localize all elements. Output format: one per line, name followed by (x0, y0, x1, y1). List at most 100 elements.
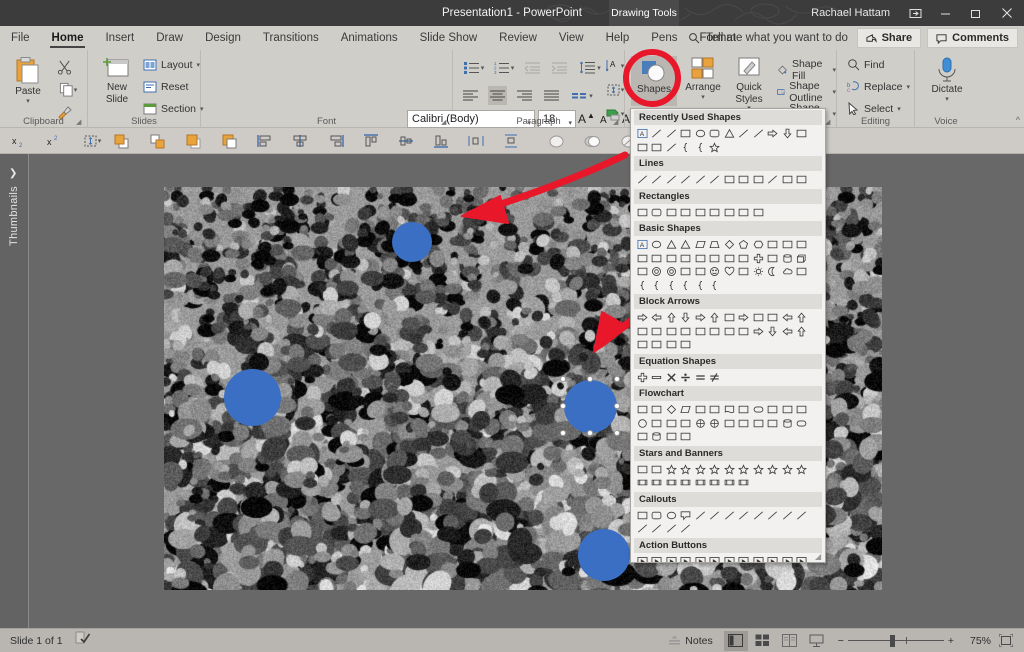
align-text-row-caret-icon[interactable]: ▾ (98, 137, 102, 145)
shape-line-callout-border-2[interactable] (751, 509, 766, 523)
handle-sw[interactable] (560, 430, 566, 436)
shape-right-arrow[interactable] (635, 311, 650, 325)
shape-teardrop[interactable] (679, 252, 694, 266)
shape-action-home[interactable] (693, 555, 708, 562)
shape-line-double-arrow[interactable] (664, 173, 679, 187)
shape-rounded-callout[interactable] (650, 509, 665, 523)
shape-star-4[interactable] (664, 463, 679, 477)
select-caret-icon[interactable]: ▾ (897, 105, 901, 113)
resize-grip-icon[interactable]: ◢ (815, 553, 823, 561)
shape-scribble[interactable] (795, 173, 810, 187)
shape-right-triangle[interactable] (679, 238, 694, 252)
shape-octagon[interactable] (780, 238, 795, 252)
shape-round-diagonal[interactable] (751, 206, 766, 220)
shape-explosion-1[interactable] (635, 463, 650, 477)
font-dialog-launcher[interactable]: ◢ (441, 118, 449, 126)
align-top-button[interactable] (361, 131, 381, 151)
shape-left-bracket[interactable] (664, 279, 679, 293)
shape-bevel[interactable] (635, 265, 650, 279)
bring-to-front-button[interactable] (184, 131, 204, 151)
dictate-caret-icon[interactable]: ▾ (945, 96, 949, 104)
shape-fill-button[interactable]: Shape Fill ▾ (777, 58, 836, 82)
copy-button[interactable]: ▾ (55, 80, 81, 99)
paragraph-dialog-launcher[interactable]: ◢ (613, 118, 621, 126)
shape-brace-left[interactable] (679, 141, 694, 155)
shape-off-page-connector[interactable] (650, 417, 665, 431)
increase-indent-button[interactable] (550, 58, 569, 77)
shape-up-arrow[interactable] (664, 311, 679, 325)
shape-star-6[interactable] (693, 463, 708, 477)
shape-snip-diagonal[interactable] (693, 206, 708, 220)
shape-multiply[interactable] (664, 371, 679, 385)
align-text-row-button[interactable]: ▾ (78, 131, 106, 151)
shape-line-callout-accent-3[interactable] (635, 522, 650, 536)
align-right-objects-button[interactable] (326, 131, 346, 151)
shape-up-arrow-callout[interactable] (795, 325, 810, 339)
superscript-button[interactable]: x2 (45, 131, 65, 151)
shape-plaque[interactable] (766, 252, 781, 266)
tab-home[interactable]: Home (41, 26, 95, 50)
shape-line-arrow[interactable] (650, 173, 665, 187)
shape-preparation[interactable] (766, 403, 781, 417)
share-button[interactable]: Share (856, 28, 922, 48)
shape-pentagon-tab[interactable] (795, 127, 810, 141)
shape-down-arrow[interactable] (679, 311, 694, 325)
drawing-dialog-launcher[interactable]: ◢ (825, 118, 833, 126)
shape-textbox[interactable]: A (635, 127, 650, 141)
shape-smiley[interactable] (708, 265, 723, 279)
shape-rect-callout[interactable] (635, 509, 650, 523)
shape-cube[interactable] (795, 252, 810, 266)
shape-action-forward[interactable] (650, 555, 665, 562)
shape-up-ribbon[interactable] (635, 476, 650, 490)
shape-pentagon[interactable] (737, 238, 752, 252)
handle-n[interactable] (587, 376, 593, 382)
tab-design[interactable]: Design (194, 26, 252, 50)
shape-decision[interactable] (664, 403, 679, 417)
shape-chevron[interactable] (737, 325, 752, 339)
select-button[interactable]: Select ▾ (847, 102, 901, 115)
shape-textbox[interactable]: A (635, 238, 650, 252)
align-center-objects-button[interactable] (290, 131, 310, 151)
shape-triangle[interactable] (664, 238, 679, 252)
tab-pens[interactable]: Pens (640, 26, 688, 50)
section-button[interactable]: Section ▾ (143, 102, 204, 116)
shape-u-turn-arrow[interactable] (766, 311, 781, 325)
shape-style-1[interactable] (546, 131, 566, 151)
slide-number-label[interactable]: Slide 1 of 1 (10, 635, 63, 647)
shape-equal[interactable] (693, 371, 708, 385)
shape-direct-access[interactable] (664, 430, 679, 444)
shape-l-shape[interactable] (722, 252, 737, 266)
shape-curved-up[interactable] (664, 325, 679, 339)
zoom-in-button[interactable]: + (948, 635, 954, 647)
shape-curved-right[interactable] (635, 325, 650, 339)
shape-trapezoid[interactable] (708, 238, 723, 252)
collapse-ribbon-icon[interactable]: ^ (1016, 115, 1020, 125)
shape-oval[interactable] (693, 127, 708, 141)
tab-slide-show[interactable]: Slide Show (409, 26, 489, 50)
shape-line[interactable] (650, 127, 665, 141)
shape-decagon[interactable] (795, 238, 810, 252)
shape-quad-arrow[interactable] (722, 311, 737, 325)
tell-me-search[interactable]: Tell me what you want to do (688, 26, 848, 50)
shape-elbow-double[interactable] (708, 173, 723, 187)
shape-divide[interactable] (679, 371, 694, 385)
zoom-level-label[interactable]: 75% (963, 635, 991, 647)
blue-circle-1[interactable] (392, 222, 432, 262)
shape-curved-down-ribbon[interactable] (679, 476, 694, 490)
shape-manual-input[interactable] (780, 403, 795, 417)
zoom-track[interactable] (847, 634, 944, 647)
shape-collate[interactable] (722, 417, 737, 431)
restore-icon[interactable] (960, 0, 990, 26)
shape-action-document[interactable] (751, 555, 766, 562)
tab-review[interactable]: Review (488, 26, 548, 50)
shape-line-callout-border-1[interactable] (737, 509, 752, 523)
blue-circle-4[interactable] (578, 529, 630, 581)
shapes-dropdown-menu[interactable]: Recently Used Shapes A Lines Rectangles Basi… (630, 108, 826, 563)
shape-left-arrow[interactable] (650, 311, 665, 325)
shape-left-up-arrow[interactable] (780, 311, 795, 325)
shape-sequential-access[interactable] (635, 430, 650, 444)
shape-block-arc[interactable] (679, 265, 694, 279)
shape-snip-single-corner[interactable] (664, 206, 679, 220)
shape-manual-operation[interactable] (795, 403, 810, 417)
shape-rounded-rect[interactable] (708, 127, 723, 141)
